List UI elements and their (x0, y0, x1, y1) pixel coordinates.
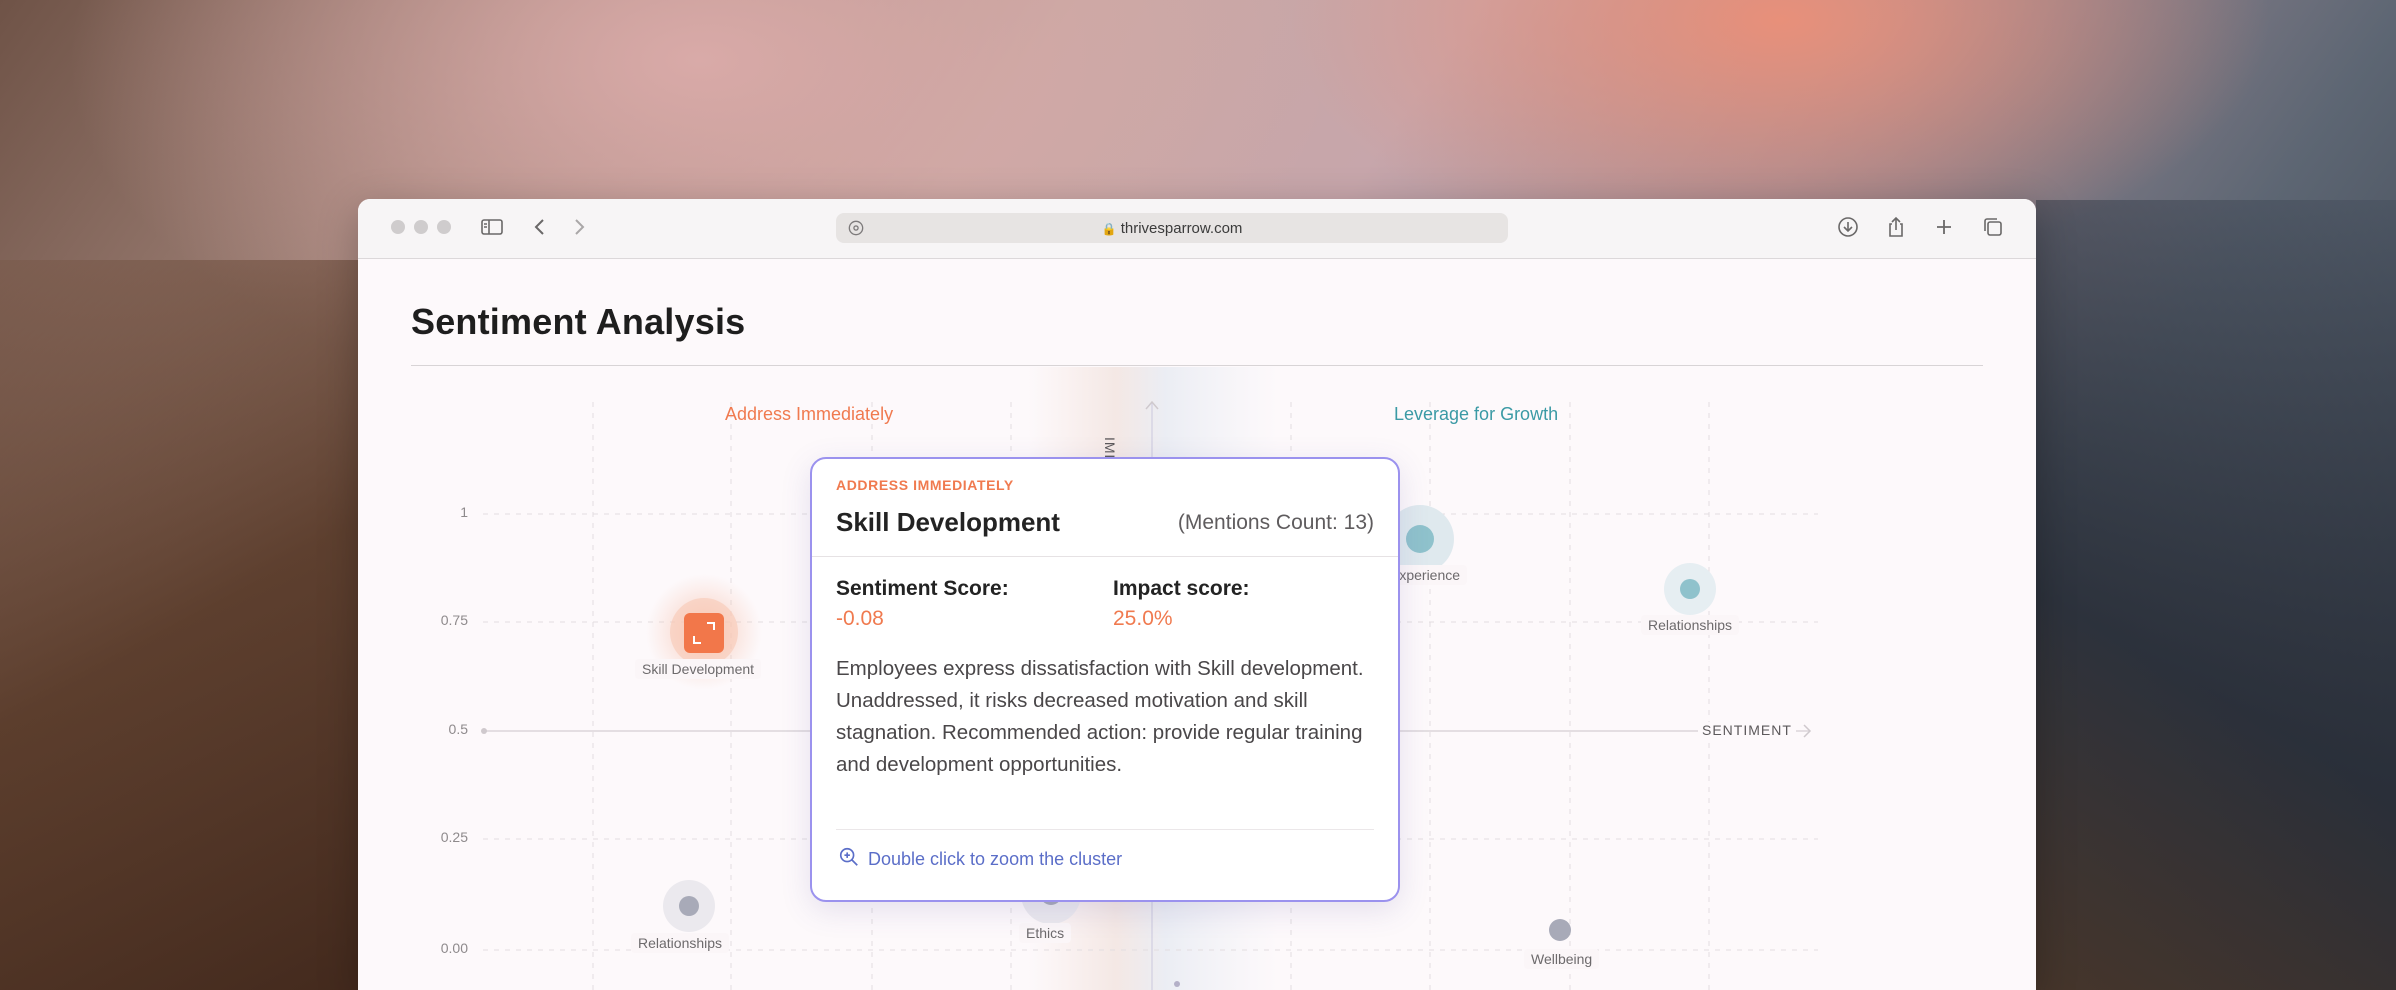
bubble-wellbeing[interactable] (1549, 919, 1571, 941)
zoom-in-icon (838, 846, 860, 873)
tooltip-description: Employees express dissatisfaction with S… (836, 657, 1364, 776)
forward-icon[interactable] (567, 215, 591, 239)
bubble-relationships-high[interactable] (1664, 563, 1716, 615)
zoom-cluster-hint[interactable]: Double click to zoom the cluster (838, 846, 1122, 873)
y-tick-label: 0.75 (440, 612, 468, 628)
bubble-relationships-low[interactable] (663, 880, 715, 932)
y-tick-label: 1 (460, 504, 468, 520)
close-window-button[interactable] (391, 220, 405, 234)
sidebar-icon[interactable] (480, 215, 504, 239)
new-tab-icon[interactable] (1932, 215, 1956, 239)
bubble-label: Ethics (1019, 923, 1072, 943)
x-axis-label: SENTIMENT (1698, 722, 1796, 738)
back-icon[interactable] (528, 215, 552, 239)
tooltip-title: Skill Development (836, 507, 1060, 537)
tooltip-mentions-count: (Mentions Count: 13) (1177, 511, 1374, 534)
background-shade-right (2036, 200, 2396, 990)
background-shade-left (0, 260, 360, 990)
lock-icon: 🔒 (1101, 222, 1117, 236)
quadrant-label-leverage: Leverage for Growth (1394, 404, 1559, 424)
download-icon[interactable] (1836, 215, 1860, 239)
tooltip-divider (812, 556, 1398, 557)
y-tick-label: 0.5 (448, 721, 468, 737)
minimize-window-button[interactable] (414, 220, 428, 234)
zoom-hint-text: Double click to zoom the cluster (868, 849, 1123, 869)
zoom-window-button[interactable] (437, 220, 451, 234)
url-text-row: 🔒 thrivesparrow.com (836, 220, 1508, 237)
x-axis-origin-dot (481, 728, 487, 734)
browser-toolbar: 🔒 thrivesparrow.com (358, 199, 2036, 259)
impact-score-value: 25.0% (1113, 607, 1173, 630)
page-title: Sentiment Analysis (411, 301, 746, 342)
bubble-label: Relationships (1641, 615, 1740, 635)
cluster-tooltip[interactable]: ADDRESS IMMEDIATELY Skill Development (M… (810, 457, 1400, 902)
bubble-label: Wellbeing (1524, 949, 1600, 969)
address-bar[interactable]: 🔒 thrivesparrow.com (836, 213, 1508, 243)
title-divider (411, 365, 1983, 366)
sentiment-score-value: -0.08 (836, 607, 884, 630)
share-icon[interactable] (1884, 215, 1908, 239)
bubble-label: Skill Development (635, 659, 762, 679)
quadrant-label-address: Address Immediately (725, 404, 894, 424)
y-tick-label: 0.00 (440, 940, 468, 956)
y-tick-label: 0.25 (440, 829, 468, 845)
tooltip-divider-bottom (836, 829, 1374, 830)
sentiment-score-label: Sentiment Score: (836, 577, 1009, 600)
bubble-label: Relationships (631, 933, 730, 953)
impact-score-label: Impact score: (1113, 577, 1250, 600)
url-text: thrivesparrow.com (1120, 220, 1243, 237)
small-point (1174, 981, 1180, 987)
tooltip-kicker: ADDRESS IMMEDIATELY (836, 477, 1014, 493)
tabs-overview-icon[interactable] (1981, 215, 2005, 239)
